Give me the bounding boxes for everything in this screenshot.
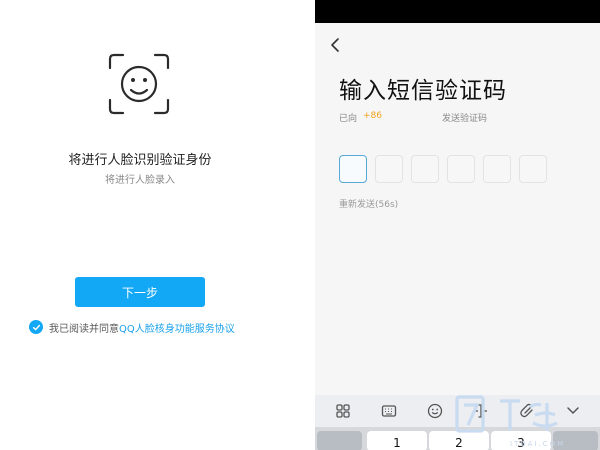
code-box-1[interactable]: [339, 155, 367, 183]
face-scan-icon: [108, 53, 170, 115]
next-button[interactable]: 下一步: [75, 277, 205, 307]
code-box-5[interactable]: [483, 155, 511, 183]
key-1[interactable]: 1: [367, 431, 427, 450]
keyboard-icon[interactable]: [380, 402, 398, 420]
face-verify-title: 将进行人脸识别验证身份: [68, 153, 212, 168]
resend-countdown[interactable]: 重新发送(56s): [339, 197, 398, 210]
face-verify-panel: 将进行人脸识别验证身份 将进行人脸录入 下一步 我已阅读并同意 QQ人脸核身功能…: [0, 0, 315, 450]
agreement-prefix: 我已阅读并同意: [49, 323, 119, 335]
key-symbols[interactable]: [317, 431, 362, 450]
check-icon: [32, 324, 40, 330]
sent-to-label: 已向: [339, 114, 358, 124]
code-box-6[interactable]: [519, 155, 547, 183]
code-box-2[interactable]: [375, 155, 403, 183]
send-code-label: 发送验证码: [442, 114, 488, 124]
agreement-row: 我已阅读并同意 QQ人脸核身功能服务协议: [29, 319, 235, 335]
watermark-text: ITDAI.COM: [510, 440, 566, 448]
agreement-link[interactable]: QQ人脸核身功能服务协议: [119, 320, 235, 335]
code-input-boxes[interactable]: [339, 155, 547, 183]
grid-icon[interactable]: [334, 402, 352, 420]
code-box-4[interactable]: [447, 155, 475, 183]
status-bar: [315, 0, 600, 23]
page-title: 输入短信验证码: [339, 78, 507, 104]
chevron-left-icon[interactable]: [327, 36, 345, 54]
agreement-checkbox[interactable]: [29, 320, 43, 334]
face-verify-subtitle: 将进行人脸录入: [105, 175, 175, 186]
sms-code-panel: 输入短信验证码 已向 +86 发送验证码 重新发送(56s) 1 2 3: [315, 0, 600, 450]
emoji-icon[interactable]: [426, 402, 444, 420]
phone-prefix: +86: [363, 111, 382, 121]
code-box-3[interactable]: [411, 155, 439, 183]
